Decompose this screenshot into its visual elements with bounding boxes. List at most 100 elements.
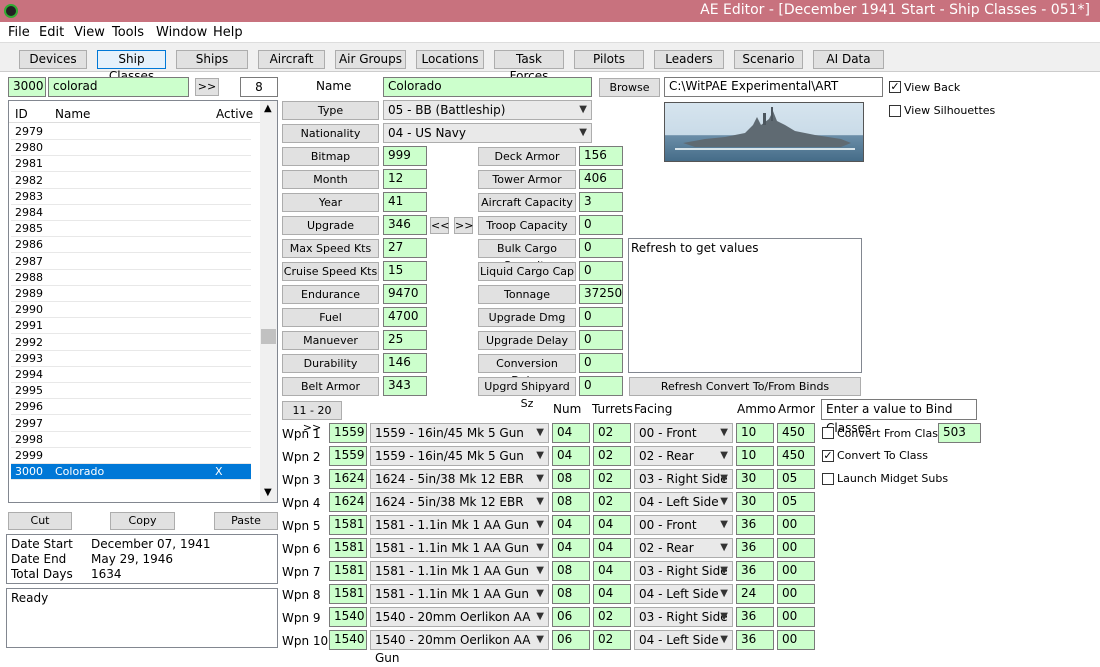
weapon-code-input[interactable]: 1540 (329, 607, 367, 627)
search-name-input[interactable]: colorad (48, 77, 189, 97)
weapon-turrets-input[interactable]: 02 (593, 446, 631, 466)
weapon-ammo-input[interactable]: 36 (736, 538, 774, 558)
list-header-id[interactable]: ID (15, 107, 28, 121)
field-input[interactable]: 0 (579, 261, 623, 281)
weapon-turrets-input[interactable]: 02 (593, 469, 631, 489)
field-input[interactable]: 343 (383, 376, 427, 396)
list-item[interactable]: 2983 (11, 189, 251, 205)
field-input[interactable]: 0 (579, 353, 623, 373)
weapon-code-input[interactable]: 1581 (329, 584, 367, 604)
field-input[interactable]: 0 (579, 215, 623, 235)
weapon-code-input[interactable]: 1581 (329, 515, 367, 535)
weapon-turrets-input[interactable]: 04 (593, 515, 631, 535)
field-button[interactable]: Endurance (282, 285, 379, 304)
weapon-facing-select[interactable]: 04 - Left Side ▼ (634, 630, 733, 650)
weapon-turrets-input[interactable]: 04 (593, 561, 631, 581)
list-item[interactable]: 2990 (11, 302, 251, 319)
field-button[interactable]: Month (282, 170, 379, 189)
weapon-armor-input[interactable]: 00 (777, 607, 815, 627)
nationality-select[interactable]: 04 - US Navy ▼ (383, 123, 592, 143)
tab-pilots[interactable]: Pilots (574, 50, 644, 69)
field-input[interactable]: 15 (383, 261, 427, 281)
weapon-ammo-input[interactable]: 36 (736, 607, 774, 627)
list-header-name[interactable]: Name (55, 107, 90, 121)
tab-task-forces[interactable]: Task Forces (494, 50, 564, 83)
nationality-button[interactable]: Nationality (282, 124, 379, 143)
weapon-code-input[interactable]: 1559 (329, 446, 367, 466)
view-silhouettes-checkbox[interactable] (889, 105, 901, 117)
field-button[interactable]: Manuever (282, 331, 379, 350)
weapon-device-select[interactable]: 1559 - 16in/45 Mk 5 Gun ▼ (370, 423, 549, 443)
list-item[interactable]: 2980 (11, 140, 251, 157)
weapon-facing-select[interactable]: 00 - Front ▼ (634, 423, 733, 443)
menu-edit[interactable]: Edit (39, 25, 64, 40)
copy-button[interactable]: Copy (110, 512, 175, 530)
browse-button[interactable]: Browse (599, 78, 660, 97)
weapon-code-input[interactable]: 1581 (329, 561, 367, 581)
search-id-input[interactable]: 3000 (8, 77, 46, 97)
field-button[interactable]: Deck Armor (478, 147, 576, 166)
weapon-device-select[interactable]: 1559 - 16in/45 Mk 5 Gun ▼ (370, 446, 549, 466)
field-button[interactable]: Belt Armor (282, 377, 379, 396)
field-input[interactable]: 25 (383, 330, 427, 350)
weapon-turrets-input[interactable]: 02 (593, 492, 631, 512)
weapon-armor-input[interactable]: 00 (777, 630, 815, 650)
field-input[interactable]: 146 (383, 353, 427, 373)
field-input[interactable]: 0 (579, 238, 623, 258)
list-item[interactable]: 2993 (11, 351, 251, 367)
weapon-num-input[interactable]: 04 (552, 423, 590, 443)
search-go-button[interactable]: >> (195, 78, 219, 96)
field-input[interactable]: 999 (383, 146, 427, 166)
menu-help[interactable]: Help (213, 25, 243, 40)
tab-leaders[interactable]: Leaders (654, 50, 724, 69)
upgrade-prev-button[interactable]: << (430, 217, 449, 234)
field-button[interactable]: Max Speed Kts (282, 239, 379, 258)
type-button[interactable]: Type (282, 101, 379, 120)
scroll-down-icon[interactable]: ▼ (264, 487, 272, 498)
scroll-up-icon[interactable]: ▲ (264, 103, 272, 114)
field-button[interactable]: Upgrd Shipyard Sz (478, 377, 576, 410)
list-item[interactable]: 2997 (11, 416, 251, 432)
weapon-code-input[interactable]: 1540 (329, 630, 367, 650)
list-item[interactable]: 2999 (11, 448, 251, 464)
field-input[interactable]: 0 (579, 307, 623, 327)
field-button[interactable]: Bulk Cargo Capacity (478, 239, 576, 272)
weapon-num-input[interactable]: 06 (552, 630, 590, 650)
list-item[interactable]: 2996 (11, 399, 251, 416)
weapon-facing-select[interactable]: 03 - Right Side ▼ (634, 561, 733, 581)
type-select[interactable]: 05 - BB (Battleship) ▼ (383, 100, 592, 120)
weapon-ammo-input[interactable]: 36 (736, 561, 774, 581)
list-item[interactable]: 3000 Colorado X (11, 464, 251, 481)
list-item[interactable]: 2984 (11, 205, 251, 221)
field-button[interactable]: Upgrade Dmg (478, 308, 576, 327)
weapon-ammo-input[interactable]: 36 (736, 515, 774, 535)
upgrade-next-button[interactable]: >> (454, 217, 473, 234)
weapon-armor-input[interactable]: 05 (777, 492, 815, 512)
weapon-num-input[interactable]: 08 (552, 469, 590, 489)
tab-devices[interactable]: Devices (19, 50, 87, 69)
weapon-page-button[interactable]: 11 - 20 >> (282, 401, 342, 434)
cut-button[interactable]: Cut (8, 512, 72, 530)
field-button[interactable]: Upgrade Delay (478, 331, 576, 350)
weapon-armor-input[interactable]: 00 (777, 515, 815, 535)
weapon-facing-select[interactable]: 03 - Right Side ▼ (634, 607, 733, 627)
weapon-num-input[interactable]: 08 (552, 492, 590, 512)
convert-from-checkbox[interactable] (822, 427, 834, 439)
list-item[interactable]: 2982 (11, 173, 251, 189)
field-input[interactable]: 346 (383, 215, 427, 235)
weapon-ammo-input[interactable]: 10 (736, 423, 774, 443)
field-button[interactable]: Aircraft Capacity (478, 193, 576, 212)
app-icon[interactable] (4, 4, 18, 18)
weapon-facing-select[interactable]: 04 - Left Side ▼ (634, 584, 733, 604)
convert-to-checkbox[interactable]: ✓ (822, 450, 834, 462)
weapon-num-input[interactable]: 04 (552, 538, 590, 558)
list-item[interactable]: 2979 (11, 124, 251, 140)
weapon-device-select[interactable]: 1581 - 1.1in Mk 1 AA Gun ▼ (370, 538, 549, 558)
scroll-thumb[interactable] (261, 329, 276, 344)
weapon-code-input[interactable]: 1624 (329, 492, 367, 512)
tab-ships[interactable]: Ships (176, 50, 248, 69)
list-item[interactable]: 2994 (11, 367, 251, 383)
weapon-ammo-input[interactable]: 10 (736, 446, 774, 466)
weapon-facing-select[interactable]: 03 - Right Side ▼ (634, 469, 733, 489)
weapon-armor-input[interactable]: 450 (777, 446, 815, 466)
